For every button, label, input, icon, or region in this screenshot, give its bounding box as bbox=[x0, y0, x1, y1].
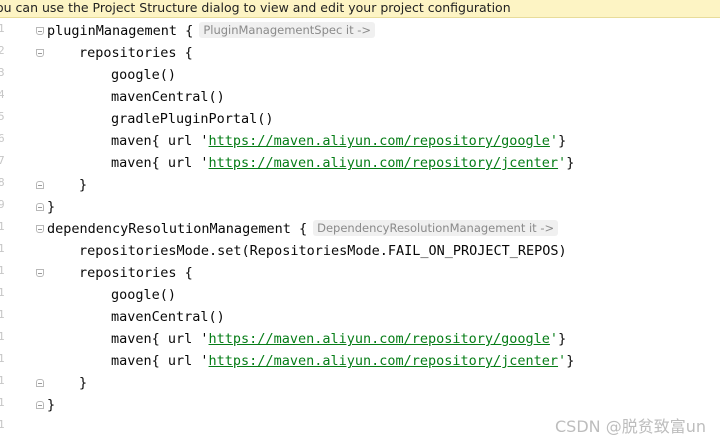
line-number: 5 bbox=[0, 110, 4, 123]
line-number: 1 bbox=[0, 242, 4, 255]
code-line: dependencyResolutionManagement { Dependen… bbox=[47, 218, 559, 240]
code-text: pluginManagement { bbox=[47, 23, 194, 39]
code-line: } bbox=[79, 177, 88, 193]
code-line: google() bbox=[111, 67, 177, 83]
editor-gutter: 1 2 3 4 5 6 7 8 9 1 1 1 1 1 1 1 1 1 1 bbox=[0, 18, 44, 445]
string-quote: ' bbox=[549, 331, 559, 347]
line-number: 1 bbox=[0, 330, 4, 343]
line-number: 1 bbox=[0, 374, 4, 387]
code-text: maven{ url ' bbox=[111, 155, 209, 171]
code-text: } bbox=[566, 155, 575, 171]
code-line: repositories { bbox=[79, 265, 193, 281]
fold-expand-icon[interactable] bbox=[36, 269, 44, 277]
line-number: 9 bbox=[0, 198, 4, 211]
line-number: 1 bbox=[0, 396, 4, 409]
string-quote: ' bbox=[549, 133, 559, 149]
code-line: mavenCentral() bbox=[111, 89, 225, 105]
line-number: 1 bbox=[0, 352, 4, 365]
fold-expand-icon[interactable] bbox=[36, 27, 44, 35]
line-number: 3 bbox=[0, 66, 4, 79]
code-line: maven{ url 'https://maven.aliyun.com/rep… bbox=[111, 350, 574, 372]
code-text: maven{ url ' bbox=[111, 331, 209, 347]
code-line: gradlePluginPortal() bbox=[111, 111, 274, 127]
inlay-hint[interactable]: DependencyResolutionManagement it -> bbox=[313, 220, 559, 236]
line-number: 1 bbox=[0, 308, 4, 321]
fold-collapse-icon[interactable] bbox=[36, 401, 44, 409]
code-line: maven{ url 'https://maven.aliyun.com/rep… bbox=[111, 328, 566, 350]
code-text: } bbox=[558, 331, 567, 347]
line-number: 4 bbox=[0, 88, 4, 101]
url-link[interactable]: https://maven.aliyun.com/repository/goog… bbox=[209, 133, 550, 149]
code-line: repositoriesMode.set(RepositoriesMode.FA… bbox=[79, 243, 567, 259]
line-number: 7 bbox=[0, 154, 4, 167]
code-line: maven{ url 'https://maven.aliyun.com/rep… bbox=[111, 152, 574, 174]
watermark: CSDN @脱贫致富un bbox=[555, 417, 706, 436]
project-structure-banner[interactable]: ou can use the Project Structure dialog … bbox=[0, 0, 720, 18]
string-quote: ' bbox=[558, 353, 567, 369]
fold-expand-icon[interactable] bbox=[36, 225, 44, 233]
code-text: dependencyResolutionManagement { bbox=[47, 221, 308, 237]
fold-collapse-icon[interactable] bbox=[36, 203, 44, 211]
url-link[interactable]: https://maven.aliyun.com/repository/goog… bbox=[209, 331, 550, 347]
line-number: 2 bbox=[0, 44, 4, 57]
fold-expand-icon[interactable] bbox=[36, 49, 44, 57]
line-number: 1 bbox=[0, 22, 4, 35]
code-line: } bbox=[47, 199, 56, 215]
line-number: 6 bbox=[0, 132, 4, 145]
fold-collapse-icon[interactable] bbox=[36, 181, 44, 189]
code-line: pluginManagement { PluginManagementSpec i… bbox=[47, 20, 376, 42]
code-line: } bbox=[47, 397, 56, 413]
code-line: google() bbox=[111, 287, 177, 303]
code-text: } bbox=[558, 133, 567, 149]
code-line: repositories { bbox=[79, 45, 193, 61]
url-link[interactable]: https://maven.aliyun.com/repository/jcen… bbox=[209, 155, 559, 171]
url-link[interactable]: https://maven.aliyun.com/repository/jcen… bbox=[209, 353, 559, 369]
line-number: 1 bbox=[0, 220, 4, 233]
code-line: maven{ url 'https://maven.aliyun.com/rep… bbox=[111, 130, 566, 152]
code-text: maven{ url ' bbox=[111, 353, 209, 369]
line-number: 1 bbox=[0, 286, 4, 299]
fold-collapse-icon[interactable] bbox=[36, 379, 44, 387]
code-text: maven{ url ' bbox=[111, 133, 209, 149]
line-number: 8 bbox=[0, 176, 4, 189]
string-quote: ' bbox=[558, 155, 567, 171]
code-text: } bbox=[566, 353, 575, 369]
inlay-hint[interactable]: PluginManagementSpec it -> bbox=[199, 22, 376, 38]
line-number: 1 bbox=[0, 264, 4, 277]
code-line: mavenCentral() bbox=[111, 309, 225, 325]
line-number: 1 bbox=[0, 418, 4, 431]
code-line: } bbox=[79, 375, 88, 391]
